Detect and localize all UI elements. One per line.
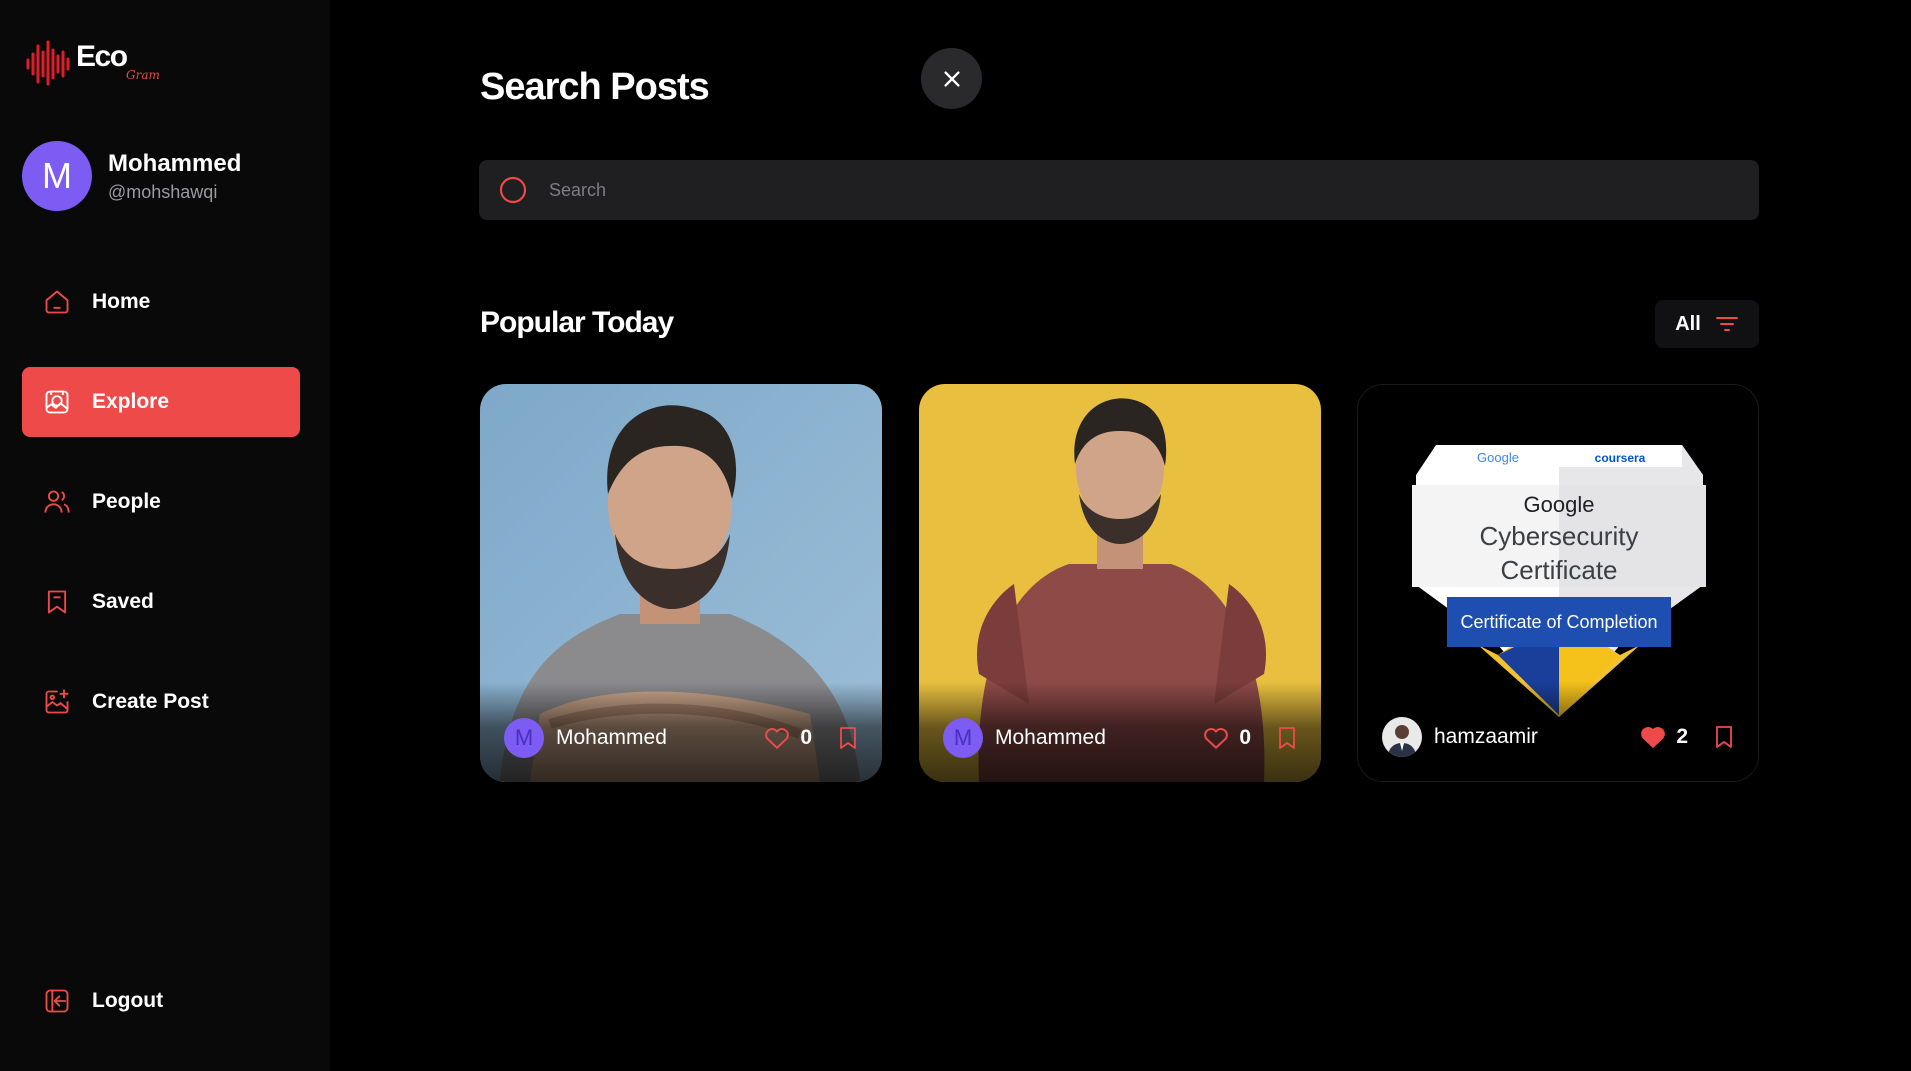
- sound-wave-icon: [26, 40, 70, 86]
- bookmark-icon: [42, 587, 72, 617]
- cert-line-3: Certificate: [1500, 555, 1617, 585]
- author-avatar[interactable]: M: [504, 718, 544, 758]
- profile-name: Mohammed: [108, 149, 242, 177]
- search-bar[interactable]: [479, 160, 1759, 220]
- bookmark-icon[interactable]: [1712, 724, 1736, 750]
- filter-label: All: [1675, 312, 1701, 335]
- like-count: 0: [800, 726, 812, 749]
- sidebar-item-explore[interactable]: Explore: [22, 367, 300, 437]
- home-icon: [42, 287, 72, 317]
- profile-handle: @mohshawqi: [108, 181, 218, 202]
- author-name[interactable]: Mohammed: [556, 726, 764, 750]
- close-icon: [943, 70, 960, 87]
- author-name[interactable]: Mohammed: [995, 726, 1203, 750]
- user-photo-icon: [1388, 725, 1416, 757]
- bookmark-icon[interactable]: [1275, 725, 1299, 751]
- heart-icon[interactable]: [1203, 726, 1229, 750]
- create-post-icon: [42, 687, 72, 717]
- sidebar-item-label: Home: [92, 290, 151, 313]
- avatar: M: [22, 141, 92, 211]
- like-count: 0: [1239, 726, 1251, 749]
- author-avatar[interactable]: M: [943, 718, 983, 758]
- sidebar-item-label: Saved: [92, 590, 154, 613]
- logout-icon: [42, 986, 72, 1016]
- author-name[interactable]: hamzaamir: [1434, 725, 1640, 749]
- logout-label: Logout: [92, 989, 164, 1012]
- page-title: Search Posts: [480, 66, 710, 108]
- people-icon: [42, 487, 72, 517]
- author-avatar[interactable]: [1382, 717, 1422, 757]
- sidebar-item-home[interactable]: Home: [22, 267, 300, 337]
- logo-text: Eco: [76, 40, 128, 73]
- sidebar-item-create-post[interactable]: Create Post: [22, 667, 300, 737]
- cert-brand-right: coursera: [1595, 451, 1646, 465]
- explore-icon: [42, 387, 72, 417]
- logout-button[interactable]: Logout: [22, 966, 300, 1036]
- heart-icon[interactable]: [764, 726, 790, 750]
- cert-ribbon: Certificate of Completion: [1460, 612, 1657, 632]
- cert-brand-left: Google: [1477, 450, 1519, 465]
- bookmark-icon[interactable]: [836, 725, 860, 751]
- cert-line-2: Cybersecurity: [1480, 521, 1639, 551]
- sidebar-item-label: Explore: [92, 390, 170, 413]
- sidebar-item-label: Create Post: [92, 690, 209, 713]
- close-button[interactable]: [921, 48, 982, 109]
- post-card[interactable]: M Mohammed 0: [919, 384, 1321, 782]
- logo-subtext: Gram: [126, 68, 160, 82]
- cert-line-1: Google: [1524, 492, 1595, 517]
- post-card[interactable]: Google coursera Google Cybersecurity Cer…: [1357, 384, 1759, 782]
- sidebar: Eco Gram M Mohammed @mohshawqi Home Expl…: [0, 0, 330, 1071]
- search-input[interactable]: [549, 179, 1759, 201]
- sidebar-item-people[interactable]: People: [22, 467, 300, 537]
- post-card[interactable]: M Mohammed 0: [480, 384, 882, 782]
- sidebar-item-saved[interactable]: Saved: [22, 567, 300, 637]
- heart-filled-icon[interactable]: [1640, 725, 1666, 749]
- sidebar-item-label: People: [92, 490, 161, 513]
- filter-button[interactable]: All: [1655, 300, 1759, 348]
- filter-icon: [1715, 317, 1738, 331]
- search-icon: [499, 176, 527, 204]
- like-count: 2: [1676, 725, 1688, 748]
- app-logo[interactable]: Eco Gram: [26, 40, 176, 90]
- section-title: Popular Today: [480, 306, 674, 339]
- user-profile[interactable]: M Mohammed @mohshawqi: [22, 141, 241, 211]
